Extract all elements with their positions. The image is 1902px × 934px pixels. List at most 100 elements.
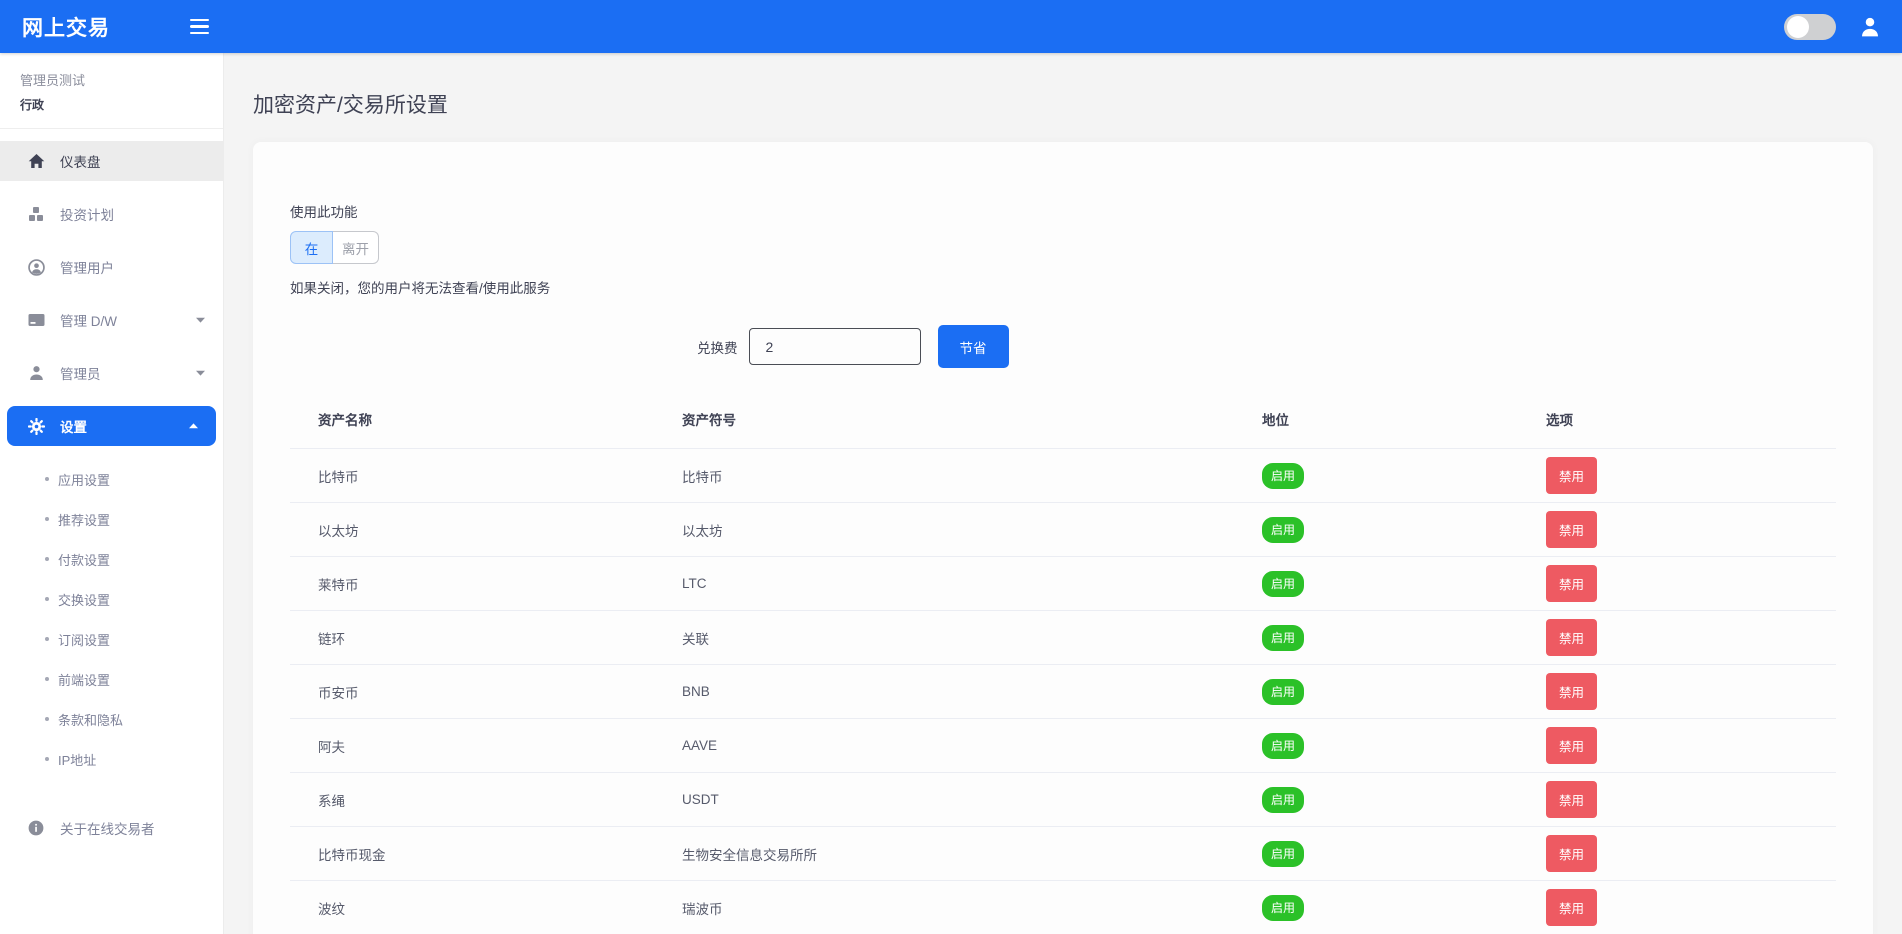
table-row: 系绳 USDT 启用 禁用 (290, 773, 1836, 827)
settings-submenu: 应用设置 推荐设置 付款设置 交换设置 订阅设置 前端设置 条款和隐私 IP地址 (0, 459, 223, 779)
status-badge: 启用 (1262, 625, 1304, 651)
table-row: 比特币现金 生物安全信息交易所所 启用 禁用 (290, 827, 1836, 881)
disable-button[interactable]: 禁用 (1546, 781, 1597, 818)
exchange-fee-row: 兑换费 节省 (697, 325, 1836, 368)
asset-symbol-cell: AAVE (654, 719, 1234, 773)
sidebar-subitem-label: 订阅设置 (58, 630, 110, 649)
disable-button[interactable]: 禁用 (1546, 835, 1597, 872)
sidebar-item-label: 关于在线交易者 (60, 818, 155, 838)
sidebar-subitem[interactable]: 应用设置 (0, 459, 223, 499)
admin-role: 行政 (20, 96, 203, 113)
sidebar-item-investment-plans[interactable]: 投资计划 (0, 194, 223, 234)
bullet-icon (45, 557, 49, 561)
sidebar-subitem[interactable]: 前端设置 (0, 659, 223, 699)
bullet-icon (45, 637, 49, 641)
toggle-knob (1787, 16, 1809, 38)
status-badge: 启用 (1262, 517, 1304, 543)
table-row: 币安币 BNB 启用 禁用 (290, 665, 1836, 719)
assets-table-body: 比特币 比特币 启用 禁用 以太坊 以太坊 启用 禁用 莱特币 LTC 启用 禁… (290, 449, 1836, 934)
asset-name-cell: 币安币 (290, 665, 654, 719)
sidebar-subitem[interactable]: IP地址 (0, 739, 223, 779)
sidebar-item-label: 仪表盘 (60, 151, 101, 171)
sidebar-subitem-label: 应用设置 (58, 470, 110, 489)
sidebar-item-admins[interactable]: 管理员 (0, 353, 223, 393)
bullet-icon (45, 757, 49, 761)
sidebar-item-settings[interactable]: 设置 (7, 406, 216, 446)
asset-name-cell: 比特币 (290, 449, 654, 503)
status-badge: 启用 (1262, 787, 1304, 813)
asset-symbol-cell: 关联 (654, 611, 1234, 665)
page-title: 加密资产/交易所设置 (253, 89, 1873, 119)
sidebar-nav: 仪表盘 投资计划 管理用户 (0, 141, 223, 848)
home-icon (27, 153, 45, 169)
status-badge: 启用 (1262, 571, 1304, 597)
disable-button[interactable]: 禁用 (1546, 889, 1597, 926)
sidebar-subitem-label: IP地址 (58, 750, 96, 769)
table-row: 波纹 瑞波币 启用 禁用 (290, 881, 1836, 934)
exchange-fee-input[interactable] (749, 328, 921, 365)
main-content: 加密资产/交易所设置 使用此功能 在 离开 如果关闭，您的用户将无法查看/使用此… (224, 0, 1902, 934)
asset-symbol-cell: 比特币 (654, 449, 1234, 503)
disable-button[interactable]: 禁用 (1546, 565, 1597, 602)
settings-card: 使用此功能 在 离开 如果关闭，您的用户将无法查看/使用此服务 兑换费 节省 资… (253, 142, 1873, 934)
sidebar-item-label: 管理员 (60, 363, 101, 383)
column-header-asset-name: 资产名称 (290, 392, 654, 449)
hamburger-menu-icon[interactable] (186, 15, 213, 38)
table-row: 以太坊 以太坊 启用 禁用 (290, 503, 1836, 557)
sidebar-subitem-label: 推荐设置 (58, 510, 110, 529)
sidebar-subitem[interactable]: 交换设置 (0, 579, 223, 619)
brand-title: 网上交易 (22, 12, 110, 42)
user-profile-icon[interactable] (1860, 16, 1880, 38)
theme-toggle-switch[interactable] (1784, 14, 1836, 40)
status-badge: 启用 (1262, 679, 1304, 705)
bullet-icon (45, 477, 49, 481)
disable-button[interactable]: 禁用 (1546, 619, 1597, 656)
sidebar-item-manage-users[interactable]: 管理用户 (0, 247, 223, 287)
user-circle-icon (27, 259, 45, 276)
disable-button[interactable]: 禁用 (1546, 727, 1597, 764)
sidebar-subitem-label: 交换设置 (58, 590, 110, 609)
sidebar-subitem[interactable]: 条款和隐私 (0, 699, 223, 739)
asset-name-cell: 系绳 (290, 773, 654, 827)
sidebar-subitem[interactable]: 推荐设置 (0, 499, 223, 539)
asset-name-cell: 阿夫 (290, 719, 654, 773)
asset-symbol-cell: 生物安全信息交易所所 (654, 827, 1234, 881)
sidebar-subitem-label: 付款设置 (58, 550, 110, 569)
cubes-icon (27, 206, 45, 222)
asset-name-cell: 以太坊 (290, 503, 654, 557)
app-header: 网上交易 (0, 0, 1902, 53)
asset-symbol-cell: 瑞波币 (654, 881, 1234, 934)
table-row: 莱特币 LTC 启用 禁用 (290, 557, 1836, 611)
sidebar-item-label: 管理用户 (60, 257, 114, 277)
column-header-status: 地位 (1234, 392, 1518, 449)
feature-off-button[interactable]: 离开 (333, 231, 379, 264)
sidebar-subitem[interactable]: 付款设置 (0, 539, 223, 579)
asset-symbol-cell: 以太坊 (654, 503, 1234, 557)
sidebar-item-dashboard[interactable]: 仪表盘 (0, 141, 223, 181)
table-row: 阿夫 AAVE 启用 禁用 (290, 719, 1836, 773)
sidebar-subitem-label: 条款和隐私 (58, 710, 123, 729)
status-badge: 启用 (1262, 895, 1304, 921)
sidebar-item-label: 管理 D/W (60, 310, 117, 330)
sidebar-item-manage-dw[interactable]: 管理 D/W (0, 300, 223, 340)
asset-name-cell: 莱特币 (290, 557, 654, 611)
asset-name-cell: 链环 (290, 611, 654, 665)
feature-toggle-group: 在 离开 (290, 231, 379, 264)
sidebar-item-about[interactable]: 关于在线交易者 (0, 808, 223, 848)
feature-on-button[interactable]: 在 (290, 231, 333, 264)
disable-button[interactable]: 禁用 (1546, 511, 1597, 548)
asset-symbol-cell: LTC (654, 557, 1234, 611)
bullet-icon (45, 717, 49, 721)
sidebar-subitem[interactable]: 订阅设置 (0, 619, 223, 659)
user-icon (27, 365, 45, 381)
column-header-options: 选项 (1518, 392, 1836, 449)
column-header-asset-symbol: 资产符号 (654, 392, 1234, 449)
wallet-icon (27, 313, 45, 327)
sidebar: 管理员测试 行政 仪表盘 投资计划 (0, 53, 224, 934)
chevron-up-icon (189, 423, 198, 429)
exchange-fee-label: 兑换费 (697, 337, 738, 357)
disable-button[interactable]: 禁用 (1546, 673, 1597, 710)
bullet-icon (45, 597, 49, 601)
disable-button[interactable]: 禁用 (1546, 457, 1597, 494)
save-button[interactable]: 节省 (938, 325, 1009, 368)
